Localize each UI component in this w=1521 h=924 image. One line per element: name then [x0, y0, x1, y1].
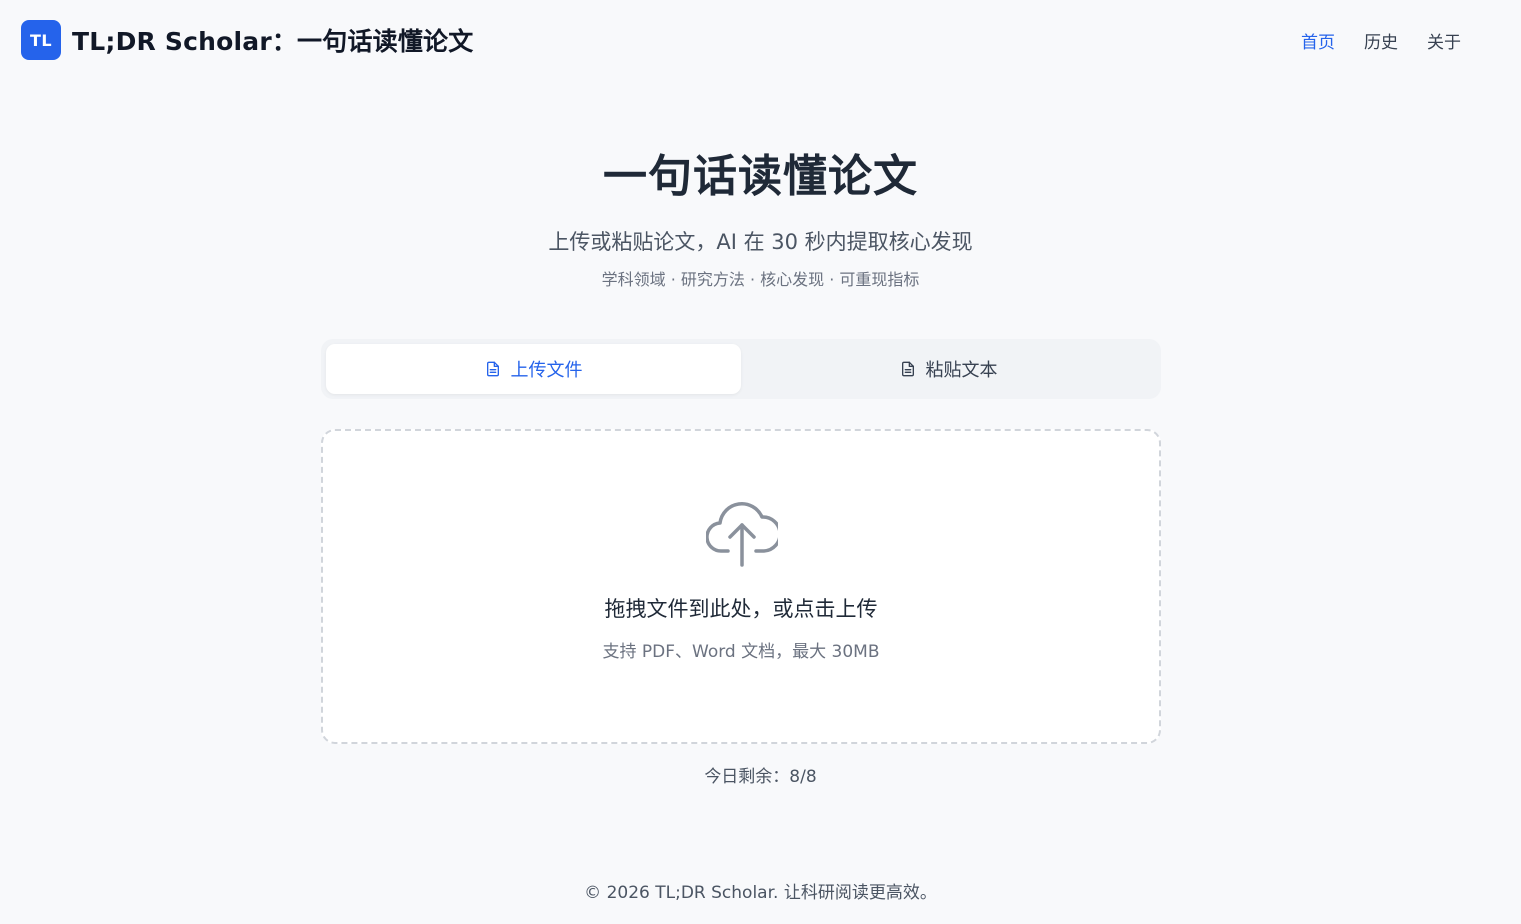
nav-home-link[interactable]: 首页: [1301, 28, 1335, 53]
nav-history-link[interactable]: 历史: [1364, 28, 1398, 53]
file-dropzone[interactable]: 拖拽文件到此处，或点击上传 支持 PDF、Word 文档，最大 30MB: [321, 429, 1161, 744]
dropzone-title: 拖拽文件到此处，或点击上传: [604, 597, 878, 621]
hero-subtitle: 上传或粘贴论文，AI 在 30 秒内提取核心发现: [548, 230, 973, 254]
hero-tags: 学科领域 · 研究方法 · 核心发现 · 可重现指标: [601, 270, 920, 289]
tab-upload-label: 上传文件: [510, 360, 583, 381]
cloud-upload-icon: [706, 502, 778, 567]
main-nav: 首页 历史 关于: [1301, 28, 1461, 53]
input-mode-tabs: 上传文件 粘贴文本: [321, 339, 1161, 399]
tab-paste-text[interactable]: 粘贴文本: [741, 344, 1156, 394]
logo[interactable]: TL: [21, 20, 61, 60]
nav-about-link[interactable]: 关于: [1427, 28, 1461, 53]
document-icon: [486, 361, 499, 377]
document-icon: [901, 361, 914, 377]
page: TL TL;DR Scholar：一句话读懂论文 首页 历史 关于 一句话读懂论…: [0, 0, 1521, 924]
hero-title: 一句话读懂论文: [603, 151, 918, 202]
tab-upload-file[interactable]: 上传文件: [326, 344, 741, 394]
daily-quota: 今日剩余：8/8: [704, 767, 817, 787]
hero: 一句话读懂论文 上传或粘贴论文，AI 在 30 秒内提取核心发现 学科领域 · …: [0, 140, 1521, 290]
top-header: TL TL;DR Scholar：一句话读懂论文 首页 历史 关于: [0, 0, 1521, 80]
dropzone-hint: 支持 PDF、Word 文档，最大 30MB: [602, 642, 880, 662]
brand[interactable]: TL TL;DR Scholar：一句话读懂论文: [21, 20, 473, 60]
tab-paste-label: 粘贴文本: [925, 360, 998, 381]
site-title: TL;DR Scholar：一句话读懂论文: [72, 27, 474, 56]
footer: © 2026 TL;DR Scholar. 让科研阅读更高效。: [584, 883, 937, 903]
